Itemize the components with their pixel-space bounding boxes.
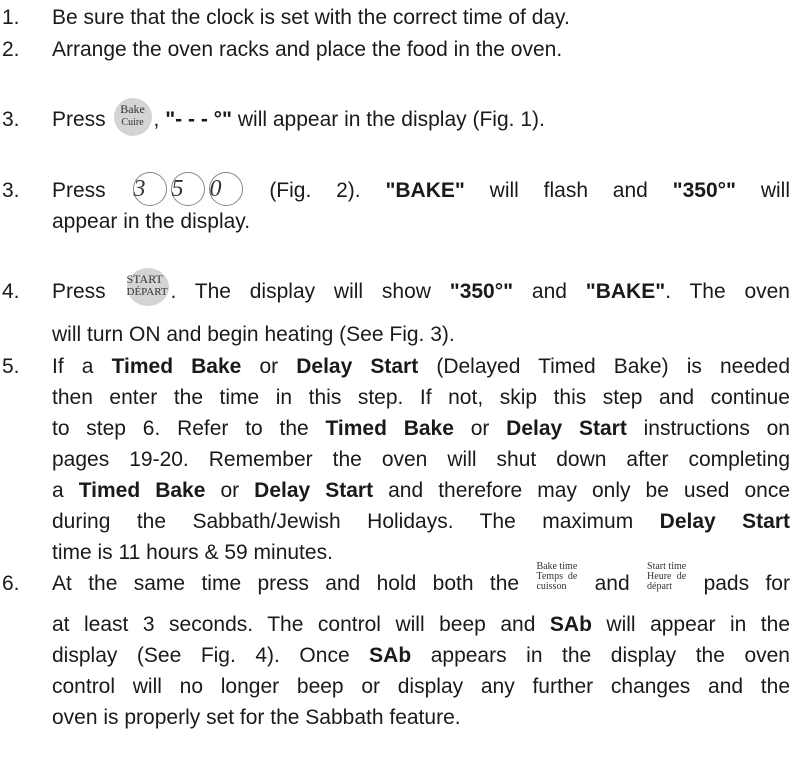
step-2: 2. Arrange the oven racks and place the … [0, 34, 790, 65]
step-number: 4. [2, 280, 20, 303]
bake-word: "BAKE" [385, 179, 465, 202]
step-number: 2. [2, 38, 20, 61]
step-6-continued: at least 3 seconds. The control will bee… [52, 613, 790, 729]
digit-3-pad-icon: 3 [132, 172, 167, 207]
temp-value: "350°" [449, 280, 514, 303]
step-3-digit-pads: 3. Press 350 (Fig. 2). "BAKE" will flash… [0, 172, 790, 237]
press-label: Press [52, 108, 106, 131]
step-text: Arrange the oven racks and place the foo… [52, 38, 563, 61]
step-text: Be sure that the clock is set with the c… [52, 6, 570, 29]
step-number: 1. [2, 6, 20, 29]
display-dashes: "- - - °" [165, 108, 233, 131]
step-number: 3. [2, 179, 20, 202]
step-3-bake-pad: 3. Press Bake Cuire, "- - - °" will appea… [0, 98, 790, 137]
temp-value: "350°" [672, 179, 737, 202]
step-4: 4. Press START DÉPART. The display will s… [0, 268, 790, 307]
start-pad-icon: START DÉPART [126, 268, 169, 307]
start-time-pad-icon: Start time Heure de départ [647, 561, 687, 593]
bake-pad-icon: Bake Cuire [113, 98, 152, 137]
step-5: 5. If a Timed Bake or Delay Start (Delay… [0, 351, 790, 568]
digit-5-pad-icon: 5 [170, 172, 205, 207]
step-number: 6. [2, 572, 20, 595]
press-label: Press [52, 179, 106, 202]
step-number: 3. [2, 108, 20, 131]
digit-0-pad-icon: 0 [208, 172, 243, 207]
bake-time-pad-icon: Bake time Temps de cuisson [536, 561, 578, 593]
step-6: 6. At the same time press and hold both … [0, 562, 790, 599]
press-label: Press [52, 280, 106, 303]
bake-word: "BAKE" [585, 280, 666, 303]
instruction-page: 1. Be sure that the clock is set with th… [0, 0, 810, 759]
step-number: 5. [2, 355, 20, 378]
step-text: will appear in the display (Fig. 1). [237, 108, 545, 131]
step-1: 1. Be sure that the clock is set with th… [0, 2, 790, 33]
step-4-line2: will turn ON and begin heating (See Fig.… [52, 323, 455, 346]
fig-ref: (Fig. 2). [269, 179, 361, 202]
